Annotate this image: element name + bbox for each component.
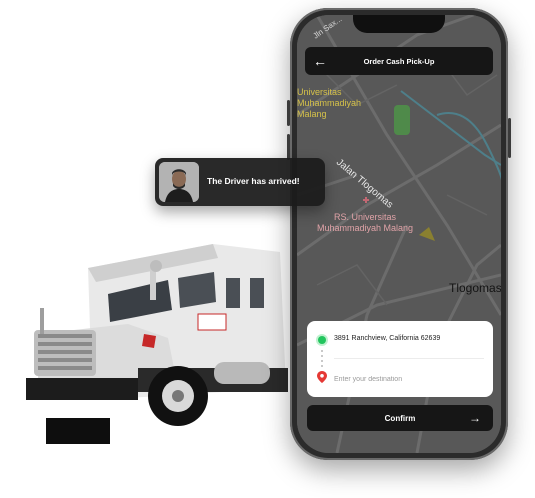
divider: [334, 358, 484, 359]
armored-truck-image: [26, 244, 288, 444]
confirm-button[interactable]: Confirm →: [307, 405, 493, 431]
map-label-hospital: RS. Universitas Muhammadiyah Malang: [317, 212, 414, 233]
map-label-university: Universitas Muhammadiyah Malang: [297, 87, 362, 119]
route-connector: [321, 350, 323, 370]
pickup-address[interactable]: 3891 Ranchview, California 62639: [334, 335, 440, 342]
destination-input[interactable]: [332, 372, 486, 386]
confirm-label: Confirm: [384, 413, 416, 423]
route-card: 3891 Ranchview, California 62639: [307, 321, 493, 397]
volume-button: [287, 134, 290, 160]
location-pin-icon: [317, 371, 327, 383]
driver-avatar: [159, 162, 199, 202]
arrow-left-icon[interactable]: ←: [313, 54, 333, 68]
driver-arrived-notification[interactable]: The Driver has arrived!: [155, 158, 325, 206]
arrow-right-icon: →: [469, 411, 481, 425]
notification-message: The Driver has arrived!: [207, 176, 300, 186]
pickup-dot-icon: [318, 336, 326, 344]
phone-screen: Jln Sax... Universitas Muhammadiyah Mala…: [297, 15, 501, 453]
phone-mockup: Jln Sax... Universitas Muhammadiyah Mala…: [287, 8, 511, 460]
phone-notch: [353, 15, 445, 33]
volume-button: [287, 100, 290, 126]
map-label-district: Tlogomas: [449, 281, 501, 295]
top-bar: ← Order Cash Pick-Up: [305, 47, 493, 75]
page-title: Order Cash Pick-Up: [363, 56, 435, 66]
power-button: [508, 118, 511, 158]
person-icon: [159, 162, 199, 202]
